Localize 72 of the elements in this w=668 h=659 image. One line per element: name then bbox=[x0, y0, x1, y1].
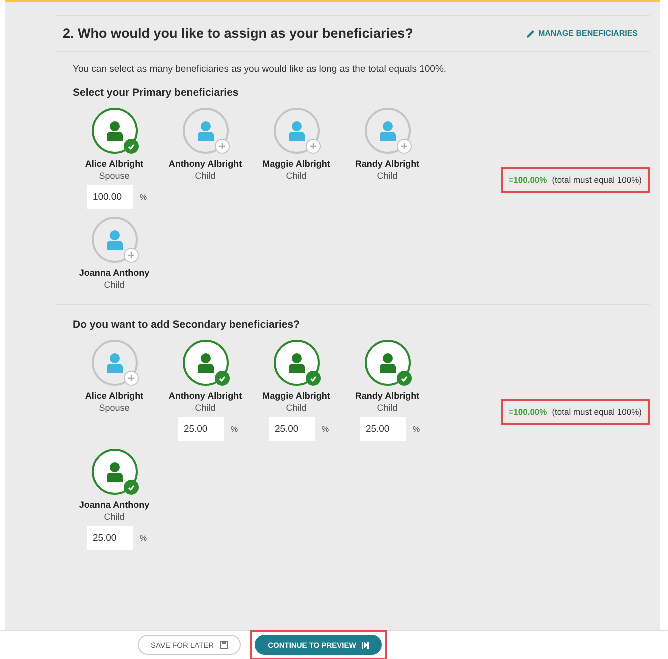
avatar-toggle[interactable] bbox=[274, 108, 320, 154]
check-icon bbox=[310, 376, 316, 382]
plus-icon bbox=[400, 143, 408, 150]
avatar-toggle[interactable] bbox=[92, 449, 138, 495]
save-icon bbox=[220, 641, 228, 649]
percent-sign: % bbox=[322, 424, 330, 434]
percent-input[interactable]: 25.00 bbox=[86, 526, 133, 550]
check-icon bbox=[128, 484, 134, 490]
beneficiary-name: Alice Albright bbox=[85, 391, 144, 401]
person-icon bbox=[378, 353, 396, 373]
total-note: (total must equal 100%) bbox=[552, 175, 642, 185]
relation-label: Child bbox=[286, 171, 307, 181]
check-icon bbox=[128, 144, 134, 150]
beneficiary-name: Randy Albright bbox=[355, 159, 420, 169]
plus-icon bbox=[218, 143, 226, 150]
person-icon bbox=[288, 353, 306, 373]
relation-label: Child bbox=[195, 171, 216, 181]
person-icon bbox=[106, 230, 124, 250]
skip-icon bbox=[362, 642, 370, 648]
percent-sign: % bbox=[140, 534, 148, 542]
avatar-toggle[interactable] bbox=[92, 217, 138, 263]
beneficiary-name: Joanna Anthony bbox=[79, 500, 150, 510]
relation-label: Spouse bbox=[99, 171, 130, 181]
subsection-title: Select your Primary beneficiaries bbox=[73, 87, 240, 99]
person-icon bbox=[106, 462, 124, 482]
avatar-toggle[interactable] bbox=[182, 108, 228, 154]
relation-label: Child bbox=[195, 403, 216, 413]
relation-label: Child bbox=[286, 403, 307, 413]
total-value: =100.00% bbox=[508, 407, 548, 417]
percent-input[interactable]: 100.00 bbox=[86, 185, 133, 209]
relation-label: Spouse bbox=[99, 403, 130, 413]
total-value: =100.00% bbox=[508, 175, 548, 185]
person-icon bbox=[378, 121, 396, 141]
person-icon bbox=[288, 121, 306, 141]
person-icon bbox=[196, 121, 214, 141]
relation-label: Child bbox=[377, 403, 398, 413]
avatar-toggle[interactable] bbox=[364, 108, 410, 154]
beneficiary-name: Maggie Albright bbox=[262, 391, 330, 401]
beneficiary-name: Maggie Albright bbox=[262, 159, 330, 169]
percent-input[interactable]: 25.00 bbox=[178, 417, 224, 441]
check-icon bbox=[400, 376, 408, 382]
avatar-toggle[interactable] bbox=[182, 340, 228, 386]
avatar-toggle[interactable] bbox=[274, 340, 320, 386]
beneficiary-name: Anthony Albright bbox=[168, 391, 242, 401]
manage-beneficiaries-link[interactable]: MANAGE BENEFICIARIES bbox=[527, 29, 638, 38]
beneficiary-name: Anthony Albright bbox=[168, 159, 242, 169]
beneficiary-name: Randy Albright bbox=[355, 391, 420, 401]
beneficiary-name: Alice Albright bbox=[85, 159, 144, 169]
section-title: 2. Who would you like to assign as your beneficiaries? bbox=[63, 26, 414, 41]
subsection-title: Do you want to add Secondary beneficiaries? bbox=[73, 319, 301, 331]
avatar-toggle[interactable] bbox=[92, 340, 138, 386]
person-icon bbox=[106, 121, 124, 141]
relation-label: Child bbox=[104, 512, 125, 522]
plus-icon bbox=[310, 143, 316, 150]
avatar-toggle[interactable] bbox=[92, 108, 138, 154]
percent-input[interactable]: 25.00 bbox=[360, 417, 406, 441]
total-note: (total must equal 100%) bbox=[552, 407, 642, 417]
percent-sign: % bbox=[412, 424, 420, 434]
percent-input[interactable]: 25.00 bbox=[268, 417, 315, 441]
check-icon bbox=[218, 376, 226, 382]
relation-label: Child bbox=[104, 280, 125, 290]
percent-sign: % bbox=[140, 192, 148, 202]
beneficiary-name: Joanna Anthony bbox=[79, 268, 150, 278]
plus-icon bbox=[128, 375, 134, 382]
percent-sign: % bbox=[230, 424, 238, 434]
person-icon bbox=[106, 353, 124, 373]
relation-label: Child bbox=[377, 171, 398, 181]
pencil-icon bbox=[527, 30, 536, 38]
plus-icon bbox=[128, 252, 134, 259]
avatar-toggle[interactable] bbox=[364, 340, 410, 386]
intro-text: You can select as many beneficiaries as you would like as long as the total equals 100%. bbox=[73, 64, 448, 75]
person-icon bbox=[196, 353, 214, 373]
